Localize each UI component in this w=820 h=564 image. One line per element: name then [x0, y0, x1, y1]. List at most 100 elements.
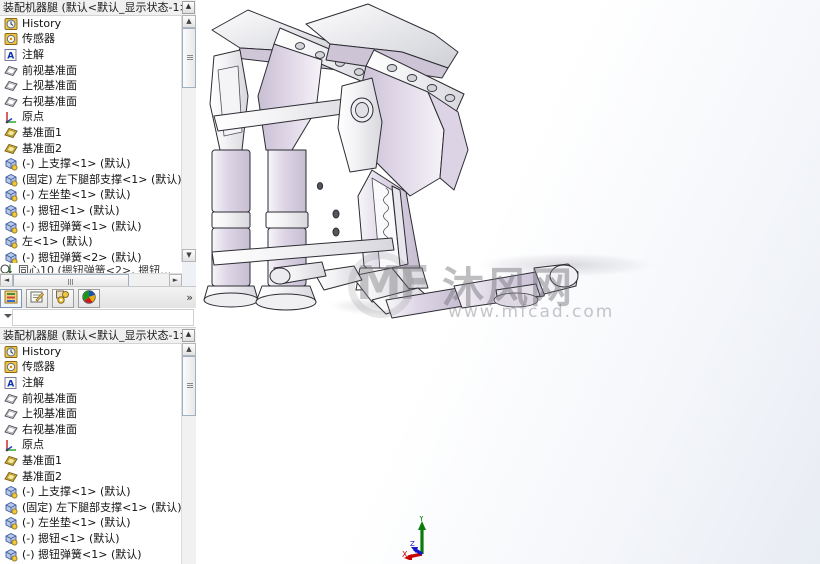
graphics-viewport[interactable]: MF 沐风网 www.mfcad.com Y X Z	[196, 0, 820, 564]
tree-node-label: 传感器	[22, 32, 55, 46]
tree-node[interactable]: 传感器	[0, 360, 182, 376]
tree-node[interactable]: A 注解	[0, 47, 182, 63]
feature-tree-panel-top: 装配机器腿 (默认<默认_显示状态-1>) ▲ History 传感器 A 注解 前视基…	[0, 0, 196, 286]
tree-node-label: (-) 左坐垫<1> (默认)	[22, 188, 131, 202]
tree-node[interactable]: (-) 摁钮弹簧<1> (默认)	[0, 547, 182, 563]
tree-node-label: 基准面1	[22, 453, 62, 467]
tree-top-hscroll-thumb[interactable]	[13, 274, 129, 286]
tree-node[interactable]: 前视基准面	[0, 63, 182, 79]
tree-top-scroll-up[interactable]: ▲	[182, 15, 196, 28]
tree-node[interactable]: (-) 摁钮<1> (默认)	[0, 203, 182, 219]
tree-top-scroll-left[interactable]: ◄	[0, 274, 13, 286]
tree-node-label: 基准面2	[22, 469, 62, 483]
tree-node[interactable]: 前视基准面	[0, 391, 182, 407]
tree-node-label: 左<1> (默认)	[22, 235, 93, 249]
tree-node-label: (-) 上支撑<1> (默认)	[22, 157, 131, 171]
tree-node-label: (-) 摁钮<1> (默认)	[22, 203, 120, 217]
component-icon	[4, 188, 19, 202]
datum-plane-icon	[4, 470, 19, 484]
tree-node-label: (-) 摁钮<1> (默认)	[22, 531, 120, 545]
component-icon	[4, 220, 19, 234]
tree-node[interactable]: 右视基准面	[0, 94, 182, 110]
tree-top-hscrollbar[interactable]: ◄ ►	[0, 273, 182, 286]
svg-text:A: A	[7, 379, 14, 389]
plane-icon	[4, 95, 19, 109]
tree-node[interactable]: 上视基准面	[0, 406, 182, 422]
tree-top-scroll-right[interactable]: ►	[169, 274, 182, 286]
component-icon	[4, 235, 19, 249]
feature-tree-bottom[interactable]: History 传感器 A 注解 前视基准面 上视基准面 右视基准面 原点 基准面1 基准面2 (-…	[0, 344, 182, 564]
feature-manager-tab[interactable]	[0, 289, 22, 308]
tree-icon	[4, 290, 18, 307]
panel-top-spin-button[interactable]: ▲	[182, 1, 195, 14]
tree-node[interactable]: 传感器	[0, 32, 182, 48]
tree-node[interactable]: 原点	[0, 438, 182, 454]
config-icon	[56, 290, 70, 307]
tree-node-label: (-) 摁钮弹簧<1> (默认)	[22, 547, 142, 561]
tree-node[interactable]: 基准面2	[0, 141, 182, 157]
plane-icon	[4, 392, 19, 406]
tree-node[interactable]: 基准面1	[0, 453, 182, 469]
configuration-manager-tab[interactable]	[52, 289, 74, 308]
property-icon	[30, 290, 44, 307]
filter-input[interactable]	[12, 309, 194, 326]
plane-icon	[4, 423, 19, 437]
tree-node-label: (固定) 左下腿部支撑<1> (默认)	[22, 172, 182, 186]
display-manager-tab[interactable]	[78, 289, 100, 308]
tree-node-label: History	[22, 16, 62, 30]
tree-node[interactable]: (-) 左坐垫<1> (默认)	[0, 188, 182, 204]
tree-node[interactable]: 右视基准面	[0, 422, 182, 438]
tree-node[interactable]: A 注解	[0, 375, 182, 391]
tree-node-label: 上视基准面	[22, 407, 77, 421]
origin-icon	[4, 110, 19, 124]
sensor-icon	[4, 32, 19, 46]
tree-top-scroll-thumb[interactable]	[182, 28, 196, 88]
tree-node[interactable]: 基准面1	[0, 125, 182, 141]
tree-node-label: (固定) 左下腿部支撑<1> (默认)	[22, 500, 182, 514]
tree-node[interactable]: (-) 上支撑<1> (默认)	[0, 484, 182, 500]
tree-bottom-scroll-thumb[interactable]	[182, 356, 196, 416]
tree-node[interactable]: 上视基准面	[0, 78, 182, 94]
tabbar-overflow-button[interactable]: »	[186, 291, 193, 304]
tree-node[interactable]: (固定) 左下腿部支撑<1> (默认)	[0, 500, 182, 516]
component-icon	[4, 548, 19, 562]
tree-node-label: 注解	[22, 47, 44, 61]
component-icon	[4, 532, 19, 546]
tree-top-vscrollbar[interactable]: ▲ ▼	[181, 15, 196, 262]
tree-node[interactable]: (-) 上支撑<1> (默认)	[0, 156, 182, 172]
tree-node[interactable]: 基准面2	[0, 469, 182, 485]
tree-node[interactable]: (固定) 左下腿部支撑<1> (默认)	[0, 172, 182, 188]
tree-node-label: 注解	[22, 375, 44, 389]
feature-tree-panel-bottom: 装配机器腿 (默认<默认_显示状态-1>) ▲ History 传感器 A 注解 前视基…	[0, 328, 196, 564]
plane-icon	[4, 64, 19, 78]
tree-node-label: 上视基准面	[22, 79, 77, 93]
svg-text:X: X	[402, 550, 408, 559]
panel-top-title-text: 装配机器腿 (默认<默认_显示状态-1>)	[3, 1, 193, 14]
feature-tree-top[interactable]: History 传感器 A 注解 前视基准面 上视基准面 右视基准面 原点 基准面1 基准面2 (-…	[0, 16, 182, 263]
tree-bottom-scroll-up[interactable]: ▲	[182, 343, 196, 356]
datum-plane-icon	[4, 454, 19, 468]
component-icon	[4, 516, 19, 530]
property-manager-tab[interactable]	[26, 289, 48, 308]
tree-bottom-vscrollbar[interactable]: ▲	[181, 343, 196, 564]
tree-node[interactable]: 原点	[0, 110, 182, 126]
sensor-icon	[4, 360, 19, 374]
component-icon	[4, 485, 19, 499]
component-icon	[4, 173, 19, 187]
tree-node[interactable]: History	[0, 344, 182, 360]
tree-node[interactable]: 左<1> (默认)	[0, 234, 182, 250]
annotations-icon: A	[4, 48, 19, 62]
tree-node-label: 右视基准面	[22, 422, 77, 436]
chevron-down-icon[interactable]	[4, 314, 12, 318]
tree-node-label: (-) 左坐垫<1> (默认)	[22, 516, 131, 530]
robot-leg-assembly-model[interactable]	[196, 0, 820, 564]
panel-bottom-spin-button[interactable]: ▲	[182, 329, 195, 342]
tree-node-label: 基准面2	[22, 141, 62, 155]
component-icon	[4, 501, 19, 515]
tree-node[interactable]: (-) 摁钮<1> (默认)	[0, 531, 182, 547]
tree-node[interactable]: (-) 左坐垫<1> (默认)	[0, 516, 182, 532]
tree-node[interactable]: History	[0, 16, 182, 32]
feature-filter-bar	[0, 308, 196, 328]
tree-top-scroll-down[interactable]: ▼	[182, 249, 196, 262]
tree-node[interactable]: (-) 摁钮弹簧<1> (默认)	[0, 219, 182, 235]
